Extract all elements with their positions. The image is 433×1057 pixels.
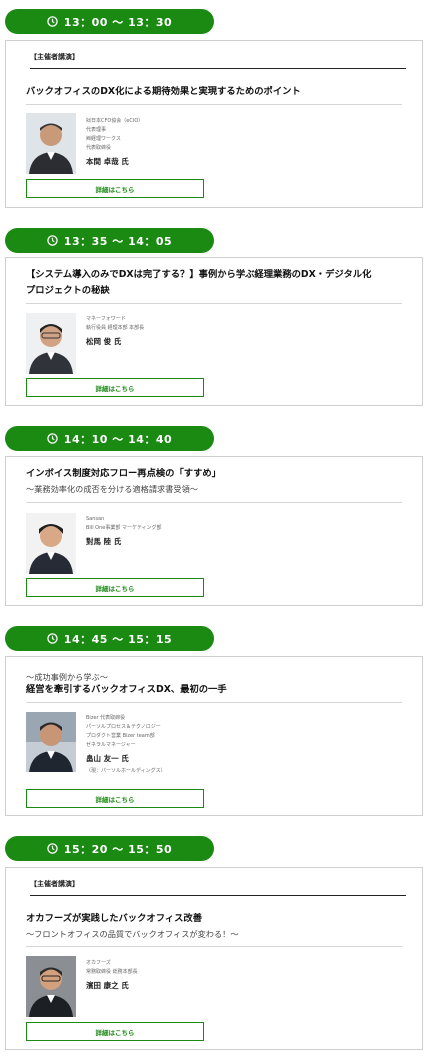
separator <box>26 702 402 703</box>
speaker-org: ㈳日本CFO協会（eCIO） <box>86 118 144 124</box>
time-label: 13：35 ～ 14：05 <box>63 234 173 248</box>
speaker-role: 代表取締役 <box>86 145 112 151</box>
speaker-org: マネーフォワード <box>86 316 126 322</box>
time-label: 13：00 ～ 13：30 <box>63 15 173 29</box>
speaker-info: Bizer 代表取締役 パーソルプロセス＆テクノロジー プロダクト営業 Bize… <box>86 714 406 774</box>
details-button[interactable]: 詳細はこちら <box>26 789 204 808</box>
speaker-org: オカフーズ <box>86 960 111 966</box>
speaker-photo <box>26 712 76 772</box>
separator <box>26 502 402 503</box>
session-title: オカフーズが実践したバックオフィス改善 <box>26 913 202 924</box>
speaker-org: パーソルプロセス＆テクノロジー <box>86 724 161 730</box>
speaker-org: Sansan <box>86 516 105 522</box>
time-label: 14：10 ～ 14：40 <box>63 432 173 446</box>
speaker-photo <box>26 313 76 374</box>
session-title-line2: プロジェクトの秘訣 <box>26 285 110 296</box>
separator <box>26 946 402 947</box>
time-badge-1: 13：00 ～ 13：30 <box>5 9 214 34</box>
speaker-role: 代表理事 <box>86 127 107 133</box>
speaker-role: プロダクト営業 Bizer team部 <box>86 733 155 739</box>
speaker-name: 本間 卓哉 氏 <box>86 157 129 166</box>
session-subtitle: ～フロントオフィスの品質でバックオフィスが変わる！～ <box>26 929 239 939</box>
speaker-photo <box>26 956 76 1017</box>
speaker-name: 畠山 友一 氏 <box>86 754 129 763</box>
speaker-info: オカフーズ 常務取締役 総務本部長 濱田 康之 氏 <box>86 959 406 991</box>
speaker-photo <box>26 513 76 574</box>
speaker-name: 濱田 康之 氏 <box>86 981 129 990</box>
speaker-role: ゼネラルマネージャー <box>86 742 136 748</box>
clock-icon <box>47 235 58 246</box>
session-title: バックオフィスのDX化による期待効果と実現するためのポイント <box>26 86 301 97</box>
session-title: 経営を牽引するバックオフィスDX、最初の一手 <box>26 684 227 695</box>
details-button[interactable]: 詳細はこちら <box>26 179 204 198</box>
time-label: 14：45 ～ 15：15 <box>63 632 173 646</box>
speaker-photo <box>26 113 76 174</box>
tag-underline <box>30 895 406 896</box>
details-button[interactable]: 詳細はこちら <box>26 1022 204 1041</box>
session-card-4: ～成功事例から学ぶ～ 経営を牽引するバックオフィスDX、最初の一手 Bizer … <box>5 656 423 816</box>
time-label: 15：20 ～ 15：50 <box>63 842 173 856</box>
speaker-info: マネーフォワード 執行役員 経理本部 本部長 松岡 俊 氏 <box>86 315 406 347</box>
speaker-role: 執行役員 経理本部 本部長 <box>86 325 145 331</box>
session-pre-title: ～成功事例から学ぶ～ <box>26 672 108 682</box>
session-title: インボイス制度対応フロー再点検の「すすめ」 <box>26 468 221 479</box>
session-card-1: 【主催者講演】 バックオフィスのDX化による期待効果と実現するためのポイント ㈳… <box>5 40 423 208</box>
speaker-role: Bill One事業部 マーケティング部 <box>86 525 162 531</box>
session-card-2: 【システム導入のみでDXは完了する？】事例から学ぶ経理業務のDX・デジタル化 プ… <box>5 257 423 406</box>
speaker-name: 對馬 陸 氏 <box>86 537 122 546</box>
clock-icon <box>47 433 58 444</box>
session-card-3: インボイス制度対応フロー再点検の「すすめ」 ～業務効率化の成否を分ける適格請求書… <box>5 456 423 606</box>
organizer-tag: 【主催者講演】 <box>30 53 79 61</box>
time-badge-3: 14：10 ～ 14：40 <box>5 426 214 451</box>
speaker-info: ㈳日本CFO協会（eCIO） 代表理事 ㈱経理ワークス 代表取締役 本間 卓哉 … <box>86 117 406 167</box>
clock-icon <box>47 16 58 27</box>
session-title: 【システム導入のみでDXは完了する？】事例から学ぶ経理業務のDX・デジタル化 <box>26 269 372 280</box>
details-button[interactable]: 詳細はこちら <box>26 378 204 397</box>
time-badge-4: 14：45 ～ 15：15 <box>5 626 214 651</box>
time-badge-5: 15：20 ～ 15：50 <box>5 836 214 861</box>
speaker-org: ㈱経理ワークス <box>86 136 121 142</box>
separator <box>26 104 402 105</box>
time-badge-2: 13：35 ～ 14：05 <box>5 228 214 253</box>
session-subtitle: ～業務効率化の成否を分ける適格請求書受領～ <box>26 484 198 494</box>
speaker-name: 松岡 俊 氏 <box>86 337 122 346</box>
clock-icon <box>47 633 58 644</box>
speaker-role: 常務取締役 総務本部長 <box>86 969 138 975</box>
organizer-tag: 【主催者講演】 <box>30 880 79 888</box>
speaker-org: Bizer 代表取締役 <box>86 715 126 721</box>
speaker-info: Sansan Bill One事業部 マーケティング部 對馬 陸 氏 <box>86 515 406 547</box>
separator <box>26 303 402 304</box>
speaker-note: （現：パーソルホールディングス） <box>86 768 166 774</box>
tag-underline <box>30 68 406 69</box>
clock-icon <box>47 843 58 854</box>
session-card-5: 【主催者講演】 オカフーズが実践したバックオフィス改善 ～フロントオフィスの品質… <box>5 867 423 1050</box>
details-button[interactable]: 詳細はこちら <box>26 578 204 597</box>
